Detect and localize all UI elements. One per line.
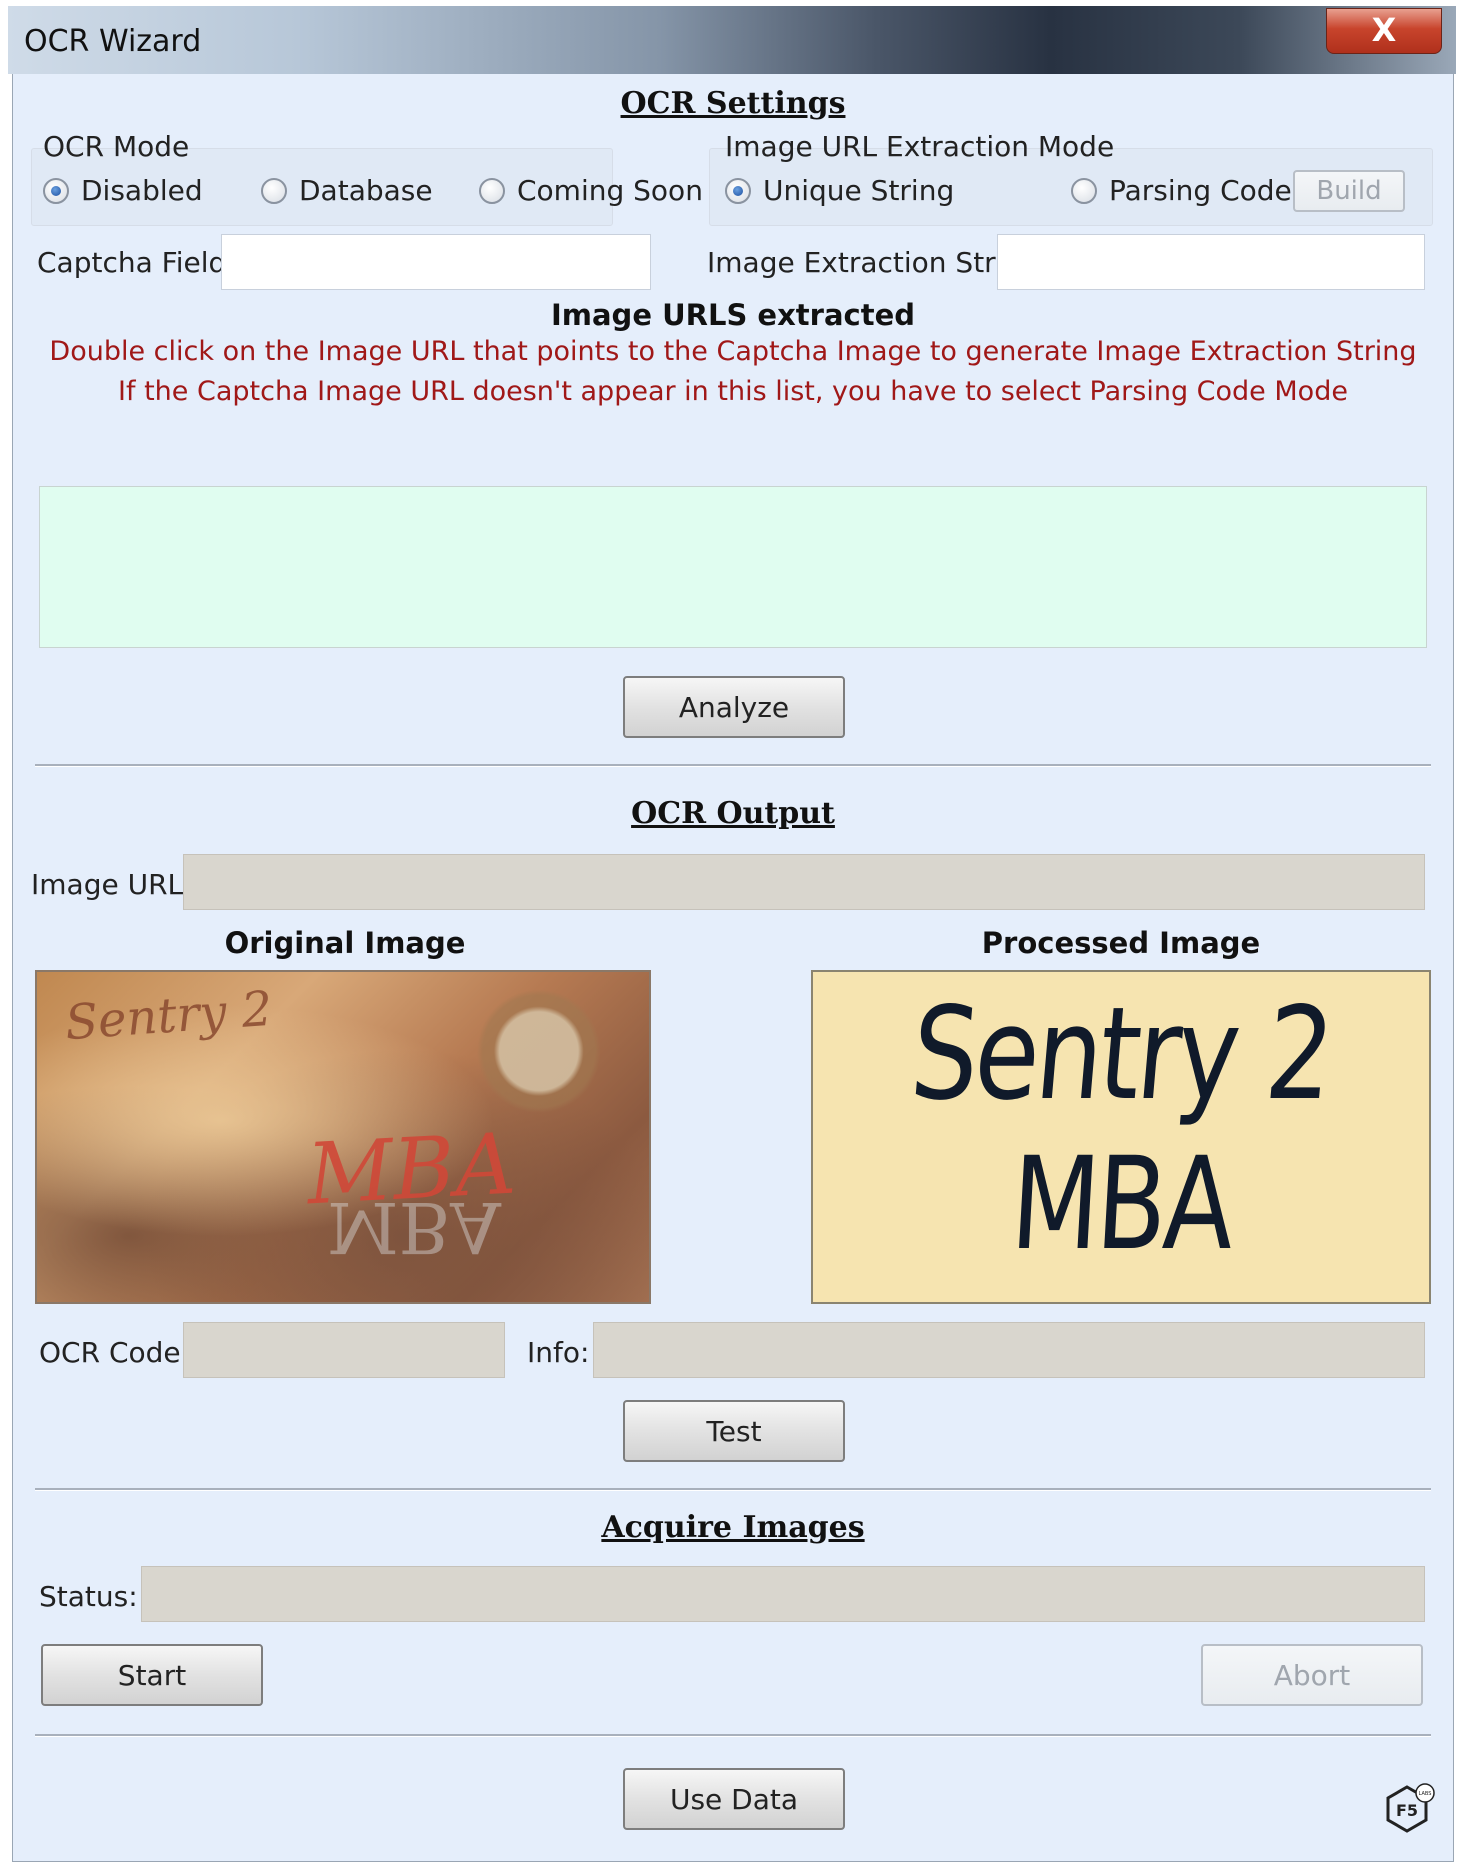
ocr-output-heading: OCR Output xyxy=(631,796,835,831)
title-bar[interactable]: OCR Wizard X xyxy=(8,6,1456,74)
captcha-field-input[interactable] xyxy=(221,234,651,290)
radio-database[interactable]: Database xyxy=(261,174,433,207)
radio-coming-soon[interactable]: Coming Soon xyxy=(479,174,703,207)
analyze-button[interactable]: Analyze xyxy=(623,676,845,738)
start-button[interactable]: Start xyxy=(41,1644,263,1706)
close-icon: X xyxy=(1371,11,1397,49)
original-image-text-1: Sentry 2 xyxy=(63,980,275,1052)
radio-unselected-icon xyxy=(261,177,287,204)
build-button[interactable]: Build xyxy=(1293,170,1405,212)
original-image-label: Original Image xyxy=(224,926,466,960)
status-field[interactable] xyxy=(141,1566,1425,1622)
radio-selected-icon xyxy=(725,177,751,204)
instruction-line-1: Double click on the Image URL that point… xyxy=(49,336,1417,367)
abort-button[interactable]: Abort xyxy=(1201,1644,1423,1706)
ocr-code-label: OCR Code: xyxy=(39,1336,191,1369)
image-extraction-string-input[interactable] xyxy=(997,234,1425,290)
radio-disabled[interactable]: Disabled xyxy=(43,174,203,207)
radio-unique-string-label: Unique String xyxy=(763,174,955,207)
logo-text: F5 xyxy=(1396,1801,1418,1820)
dialog-body: OCR Settings OCR Mode Disabled Database … xyxy=(12,74,1454,1862)
f5-labs-logo: F5 LABS xyxy=(1379,1781,1435,1837)
url-extraction-mode-label: Image URL Extraction Mode xyxy=(725,130,1115,163)
radio-parsing-code-label: Parsing Code xyxy=(1109,174,1292,207)
radio-selected-icon xyxy=(43,177,69,204)
original-captcha-image: Sentry 2 MBA MBA xyxy=(35,970,651,1304)
image-url-label: Image URL: xyxy=(31,868,193,901)
original-image-text-3: MBA xyxy=(327,1186,501,1268)
ocr-wizard-window: OCR Wizard X OCR Settings OCR Mode Disab… xyxy=(0,0,1464,1869)
image-urls-list[interactable] xyxy=(39,486,1427,648)
status-label: Status: xyxy=(39,1580,138,1613)
radio-disabled-label: Disabled xyxy=(81,174,203,207)
test-button[interactable]: Test xyxy=(623,1400,845,1462)
use-data-button[interactable]: Use Data xyxy=(623,1768,845,1830)
radio-database-label: Database xyxy=(299,174,433,207)
ocr-mode-label: OCR Mode xyxy=(43,130,190,163)
radio-unselected-icon xyxy=(479,177,505,204)
ocr-settings-heading: OCR Settings xyxy=(620,86,846,121)
divider xyxy=(35,1488,1431,1491)
processed-image-text-2: MBA xyxy=(1007,1130,1235,1279)
divider xyxy=(35,764,1431,767)
image-urls-heading: Image URLS extracted xyxy=(550,298,916,332)
radio-unique-string[interactable]: Unique String xyxy=(725,174,954,207)
radio-unselected-icon xyxy=(1071,177,1097,204)
info-field[interactable] xyxy=(593,1322,1425,1378)
radio-parsing-code[interactable]: Parsing Code xyxy=(1071,174,1292,207)
logo-badge: LABS xyxy=(1419,1791,1432,1797)
ocr-code-field[interactable] xyxy=(183,1322,505,1378)
window-title: OCR Wizard xyxy=(24,24,202,59)
processed-image-text-1: Sentry 2 xyxy=(905,980,1337,1129)
image-url-field[interactable] xyxy=(183,854,1425,910)
processed-captcha-image: Sentry 2 MBA xyxy=(811,970,1431,1304)
instruction-line-2: If the Captcha Image URL doesn't appear … xyxy=(118,376,1348,407)
radio-coming-soon-label: Coming Soon xyxy=(517,174,703,207)
captcha-field-label: Captcha Field: xyxy=(37,246,236,279)
acquire-images-heading: Acquire Images xyxy=(601,1510,865,1545)
close-button[interactable]: X xyxy=(1326,8,1442,54)
info-label: Info: xyxy=(527,1336,590,1369)
processed-image-label: Processed Image xyxy=(981,926,1261,960)
divider xyxy=(35,1734,1431,1737)
